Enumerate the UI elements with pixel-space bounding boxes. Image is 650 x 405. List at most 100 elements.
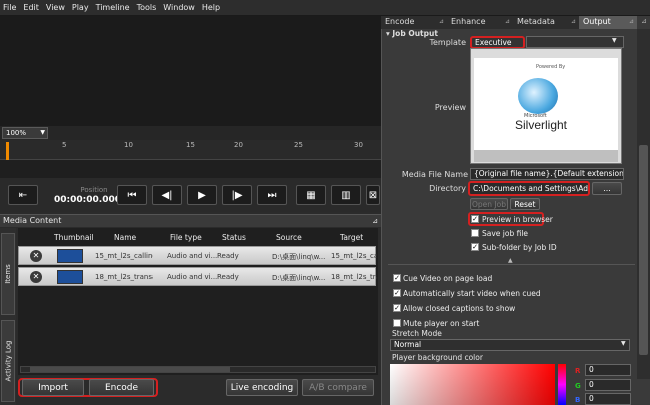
step-forward-icon: |▶ xyxy=(231,189,243,201)
menu-view[interactable]: View xyxy=(46,3,65,12)
menu-window[interactable]: Window xyxy=(163,3,195,12)
expand-icon: ⊠ xyxy=(368,189,378,201)
view-mode-1-button[interactable]: ▦ xyxy=(296,185,326,205)
directory-input[interactable]: C:\Documents and Settings\Admi... xyxy=(468,181,590,196)
tab-metadata[interactable]: Metadata ⊿ xyxy=(513,16,579,29)
view-mode-3-button[interactable]: ⊠ xyxy=(366,185,380,205)
step-forward-button[interactable]: |▶ xyxy=(222,185,252,205)
trim-button[interactable]: ⇤ xyxy=(8,185,38,205)
media-content-title: Media Content xyxy=(3,216,62,225)
blue-channel-value: 0 xyxy=(589,394,594,403)
horizontal-scrollbar-thumb[interactable] xyxy=(30,367,230,372)
menu-timeline[interactable]: Timeline xyxy=(96,3,130,12)
preview-in-browser-checkbox[interactable]: ✓ xyxy=(471,215,479,223)
mute-player-checkbox[interactable] xyxy=(393,319,401,327)
menu-edit[interactable]: Edit xyxy=(23,3,39,12)
ruler-label: 30 xyxy=(354,141,363,149)
menu-help[interactable]: Help xyxy=(202,3,220,12)
pin-icon[interactable]: ⊿ xyxy=(372,215,378,227)
blue-channel-input[interactable]: 0 xyxy=(585,393,631,405)
ruler-label: 10 xyxy=(124,141,133,149)
tab-activity-log[interactable]: Activity Log xyxy=(1,320,15,402)
tab-items[interactable]: Items xyxy=(1,233,15,315)
row-file-type: Audio and vi... xyxy=(167,273,217,281)
red-channel-label: R xyxy=(575,367,581,375)
timeline-track[interactable] xyxy=(0,160,381,178)
menu-play[interactable]: Play xyxy=(72,3,89,12)
table-row[interactable]: ✕ 15_mt_l2s_calling... Audio and vi... R… xyxy=(18,246,377,265)
collapse-icon[interactable]: ▲ xyxy=(508,257,513,264)
chevron-down-icon: ▼ xyxy=(40,129,45,136)
job-output-section[interactable]: ▾ Job Output xyxy=(386,29,438,38)
cue-video-checkbox[interactable]: ✓ xyxy=(393,274,401,282)
vertical-scrollbar-thumb[interactable] xyxy=(639,145,648,355)
sub-folder-label: Sub-folder by Job ID xyxy=(482,243,557,252)
skip-forward-icon: ⏭ xyxy=(267,189,277,201)
step-back-button[interactable]: ◀| xyxy=(152,185,182,205)
playhead-marker[interactable] xyxy=(6,142,9,160)
column-header[interactable]: Source xyxy=(276,233,302,242)
column-header[interactable]: Thumbnail xyxy=(54,233,94,242)
tab-encode[interactable]: Encode ⊿ xyxy=(381,16,447,29)
timeline-ruler[interactable]: 5 10 15 20 25 30 xyxy=(0,140,381,160)
color-picker-shade xyxy=(390,364,555,405)
column-header[interactable]: File type xyxy=(170,233,202,242)
thumbnail xyxy=(57,270,83,284)
go-to-start-button[interactable]: ⏮ xyxy=(117,185,147,205)
open-job-button[interactable]: Open Job xyxy=(470,198,508,210)
remove-icon[interactable]: ✕ xyxy=(30,271,42,283)
reset-button[interactable]: Reset xyxy=(510,198,540,210)
chevron-down-icon[interactable]: ▼ xyxy=(621,340,626,347)
pin-icon: ⊿ xyxy=(628,18,634,25)
closed-captions-checkbox[interactable]: ✓ xyxy=(393,304,401,312)
template-select-rest[interactable] xyxy=(526,36,624,48)
media-file-name-input[interactable]: {Original file name}.{Default extension} xyxy=(470,168,624,180)
hue-slider[interactable] xyxy=(558,364,566,405)
auto-start-checkbox[interactable]: ✓ xyxy=(393,289,401,297)
row-source: D:\桌面\linq\w... xyxy=(272,274,326,282)
save-job-file-checkbox[interactable] xyxy=(471,229,479,237)
row-name: 18_mt_l2s_transac... xyxy=(95,273,153,281)
encode-button[interactable]: Encode xyxy=(89,379,154,396)
browse-button[interactable]: ... xyxy=(592,182,622,195)
blue-channel-label: B xyxy=(575,396,581,404)
encode-label: Encode xyxy=(104,382,139,393)
stretch-mode-select[interactable]: Normal xyxy=(390,339,630,351)
column-header[interactable]: Target xyxy=(340,233,363,242)
sub-folder-checkbox[interactable]: ✓ xyxy=(471,243,479,251)
green-channel-value: 0 xyxy=(589,380,594,389)
tab-output[interactable]: Output ⊿ xyxy=(579,16,637,29)
row-name: 15_mt_l2s_calling... xyxy=(95,252,153,260)
column-header[interactable]: Name xyxy=(114,233,136,242)
film-icon: ▦ xyxy=(306,189,316,201)
view-mode-2-button[interactable]: ▥ xyxy=(331,185,361,205)
remove-icon[interactable]: ✕ xyxy=(30,250,42,262)
zoom-select[interactable]: 100% ▼ xyxy=(2,127,48,139)
play-icon: ▶ xyxy=(198,189,206,201)
menu-tools[interactable]: Tools xyxy=(137,3,157,12)
mute-player-label: Mute player on start xyxy=(403,319,480,328)
import-button[interactable]: Import xyxy=(22,379,84,396)
template-label: Template xyxy=(429,38,466,47)
table-row[interactable]: ✕ 18_mt_l2s_transac... Audio and vi... R… xyxy=(18,267,377,286)
live-encoding-button[interactable]: Live encoding xyxy=(226,379,298,396)
tab-metadata-label: Metadata xyxy=(517,17,555,26)
green-channel-input[interactable]: 0 xyxy=(585,379,631,391)
browse-label: ... xyxy=(603,184,611,193)
close-icon[interactable]: ⊿ xyxy=(641,17,647,25)
directory-value: C:\Documents and Settings\Admi... xyxy=(473,184,588,193)
column-header[interactable]: Status xyxy=(222,233,246,242)
red-channel-input[interactable]: 0 xyxy=(585,364,631,376)
red-channel-value: 0 xyxy=(589,365,594,374)
save-job-file-label: Save job file xyxy=(482,229,529,238)
zoom-bar xyxy=(0,126,381,140)
tab-enhance[interactable]: Enhance ⊿ xyxy=(447,16,513,29)
menu-file[interactable]: File xyxy=(3,3,16,12)
go-to-end-button[interactable]: ⏭ xyxy=(257,185,287,205)
ab-compare-button[interactable]: A/B compare xyxy=(302,379,374,396)
chevron-down-icon[interactable]: ▼ xyxy=(612,37,617,44)
preview-in-browser-label: Preview in browser xyxy=(482,215,553,224)
split-icon: ▥ xyxy=(341,189,351,201)
play-button[interactable]: ▶ xyxy=(187,185,217,205)
stretch-mode-label: Stretch Mode xyxy=(392,329,442,338)
